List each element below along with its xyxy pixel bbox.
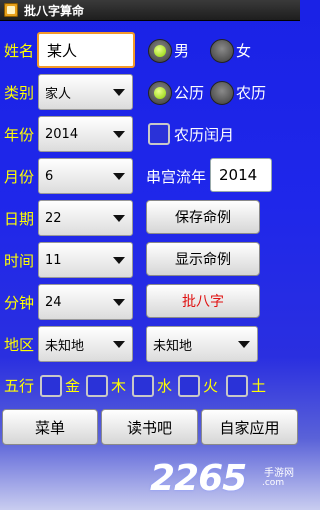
chevron-down-icon (113, 257, 125, 264)
year-label: 年份 (4, 126, 35, 144)
gender-female-label: 女 (236, 42, 252, 60)
month-value: 6 (45, 168, 54, 184)
chevron-down-icon (113, 89, 125, 96)
wuxing-water-label: 水 (157, 377, 173, 395)
calendar-lunar-label: 农历 (236, 84, 267, 102)
wuxing-box-metal (40, 375, 62, 397)
read-button[interactable]: 读书吧 (101, 409, 198, 445)
hour-select[interactable]: 11 (38, 242, 133, 278)
minute-value: 24 (45, 294, 62, 310)
calendar-lunar-radio[interactable] (210, 81, 234, 105)
wuxing-box-fire (178, 375, 200, 397)
year-select[interactable]: 2014 (38, 116, 133, 152)
region-value-1: 未知地 (45, 338, 85, 354)
title-bar: 批八字算命 (0, 0, 300, 21)
hour-label: 时间 (4, 252, 35, 270)
app-icon (4, 3, 18, 17)
wuxing-box-water (132, 375, 154, 397)
name-input[interactable]: 某人 (37, 32, 135, 68)
calendar-solar-label: 公历 (174, 84, 205, 102)
show-case-button[interactable]: 显示命例 (146, 242, 260, 276)
month-label: 月份 (4, 168, 35, 186)
wuxing-box-earth (226, 375, 248, 397)
region-select-2[interactable]: 未知地 (146, 326, 258, 362)
region-value-2: 未知地 (153, 338, 193, 354)
category-label: 类别 (4, 84, 35, 102)
flow-year-label: 串宫流年 (146, 168, 207, 186)
wuxing-earth-label: 土 (251, 377, 267, 395)
watermark-sub: 手游网 (264, 468, 294, 479)
wuxing-box-wood (86, 375, 108, 397)
watermark-number: 2265 (150, 458, 247, 499)
own-apps-button[interactable]: 自家应用 (201, 409, 298, 445)
month-select[interactable]: 6 (38, 158, 133, 194)
gender-male-radio[interactable] (148, 39, 172, 63)
wuxing-label: 五行 (4, 377, 35, 395)
bazi-button[interactable]: 批八字 (146, 284, 260, 318)
year-value: 2014 (45, 126, 79, 142)
chevron-down-icon (113, 299, 125, 306)
flow-year-input[interactable]: 2014 (210, 158, 272, 192)
region-label: 地区 (4, 336, 35, 354)
leap-month-label: 农历闰月 (174, 126, 235, 144)
name-input-value: 某人 (47, 41, 78, 60)
gender-female-radio[interactable] (210, 39, 234, 63)
name-label: 姓名 (4, 42, 35, 60)
chevron-down-icon (113, 131, 125, 138)
category-value: 家人 (45, 86, 72, 102)
minute-select[interactable]: 24 (38, 284, 133, 320)
day-value: 22 (45, 210, 62, 226)
category-select[interactable]: 家人 (38, 74, 133, 110)
day-label: 日期 (4, 210, 35, 228)
chevron-down-icon (113, 173, 125, 180)
window-title: 批八字算命 (24, 4, 85, 18)
gender-male-label: 男 (174, 42, 190, 60)
flow-year-value: 2014 (219, 166, 258, 184)
watermark-domain: .com (262, 478, 285, 488)
save-case-button[interactable]: 保存命例 (146, 200, 260, 234)
menu-button[interactable]: 菜单 (2, 409, 98, 445)
watermark-logo: 2265 手游网 .com (150, 458, 300, 504)
chevron-down-icon (113, 341, 125, 348)
day-select[interactable]: 22 (38, 200, 133, 236)
hour-value: 11 (45, 252, 62, 268)
region-select-1[interactable]: 未知地 (38, 326, 133, 362)
wuxing-wood-label: 木 (111, 377, 127, 395)
leap-month-checkbox[interactable] (148, 123, 170, 145)
chevron-down-icon (238, 341, 250, 348)
wuxing-fire-label: 火 (203, 377, 219, 395)
minute-label: 分钟 (4, 294, 35, 312)
wuxing-metal-label: 金 (65, 377, 81, 395)
calendar-solar-radio[interactable] (148, 81, 172, 105)
chevron-down-icon (113, 215, 125, 222)
